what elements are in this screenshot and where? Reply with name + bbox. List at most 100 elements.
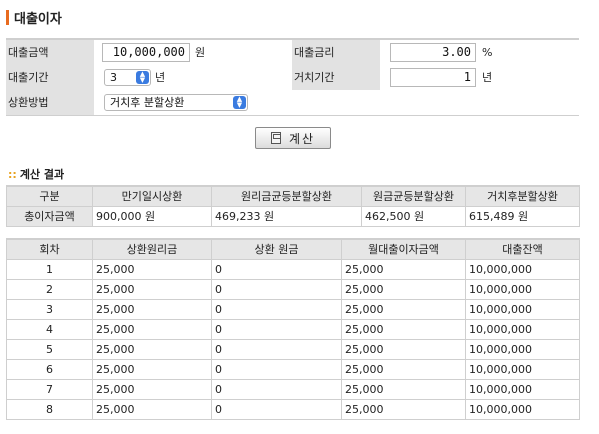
table-cell: 10,000,000 xyxy=(465,318,580,340)
table-cell: 0 xyxy=(211,378,342,400)
schedule-body: 1 25,000 0 25,000 10,000,000 2 25,000 0 25,000 10… xyxy=(6,258,580,420)
table-row: 1 25,000 0 25,000 10,000,000 xyxy=(6,258,580,280)
table-cell: 8 xyxy=(6,398,93,420)
table-row: 7 25,000 0 25,000 10,000,000 xyxy=(6,378,580,400)
form-row-1: 대출금액 10,000,000 원 대출금리 3.00 % xyxy=(6,40,579,65)
summary-header-row: 구분 만기일시상환 원리금균등분할상환 원금균등분할상환 거치후분할상환 xyxy=(6,185,580,207)
calculate-button-label: 계산 xyxy=(288,131,316,146)
loan-period-select[interactable]: 3 ▲ ▼ xyxy=(104,69,151,86)
schedule-table: 회차 상환원리금 상환 원금 월대출이자금액 대출잔액 1 25,000 0 25,0… xyxy=(6,238,580,420)
loan-period-label: 대출기간 xyxy=(6,65,94,90)
schedule-header: 상환 원금 xyxy=(211,238,342,260)
loan-amount-label: 대출금액 xyxy=(6,40,94,65)
table-row: 4 25,000 0 25,000 10,000,000 xyxy=(6,318,580,340)
table-cell: 25,000 xyxy=(341,318,466,340)
table-cell: 10,000,000 xyxy=(465,298,580,320)
table-cell: 0 xyxy=(211,298,342,320)
table-cell: 0 xyxy=(211,358,342,380)
result-mark: :: xyxy=(8,167,17,181)
table-cell: 10,000,000 xyxy=(465,278,580,300)
summary-header: 구분 xyxy=(6,185,93,207)
table-cell: 10,000,000 xyxy=(465,338,580,360)
table-cell: 25,000 xyxy=(92,338,212,360)
table-cell: 0 xyxy=(211,318,342,340)
loan-period-unit: 년 xyxy=(155,71,166,84)
loan-amount-input[interactable]: 10,000,000 xyxy=(102,43,190,62)
select-arrows-icon: ▲ ▼ xyxy=(233,96,246,109)
summary-header: 거치후분할상환 xyxy=(465,185,580,207)
table-cell: 6 xyxy=(6,358,93,380)
calculator-icon xyxy=(270,132,281,144)
table-cell: 10,000,000 xyxy=(465,258,580,280)
schedule-header: 회차 xyxy=(6,238,93,260)
table-cell: 25,000 xyxy=(92,398,212,420)
table-row: 2 25,000 0 25,000 10,000,000 xyxy=(6,278,580,300)
loan-amount-unit: 원 xyxy=(195,46,206,59)
table-cell: 0 xyxy=(211,278,342,300)
table-row: 5 25,000 0 25,000 10,000,000 xyxy=(6,338,580,360)
page-header: 대출이자 xyxy=(6,8,62,27)
summary-value: 900,000 원 xyxy=(92,205,212,227)
table-cell: 25,000 xyxy=(92,278,212,300)
table-cell: 25,000 xyxy=(92,378,212,400)
grace-period-unit: 년 xyxy=(482,71,493,84)
table-cell: 25,000 xyxy=(341,298,466,320)
loan-period-value: 3 xyxy=(110,71,117,84)
summary-value: 469,233 원 xyxy=(211,205,362,227)
table-cell: 25,000 xyxy=(92,298,212,320)
result-title: 계산 결과 xyxy=(19,168,65,181)
table-cell: 5 xyxy=(6,338,93,360)
table-cell: 25,000 xyxy=(341,338,466,360)
summary-header: 원금균등분할상환 xyxy=(361,185,466,207)
summary-header: 만기일시상환 xyxy=(92,185,212,207)
result-header: :: 계산 결과 xyxy=(8,166,64,182)
table-cell: 25,000 xyxy=(341,278,466,300)
schedule-header: 월대출이자금액 xyxy=(341,238,466,260)
page-title: 대출이자 xyxy=(14,11,62,27)
schedule-header: 상환원리금 xyxy=(92,238,212,260)
summary-value: 462,500 원 xyxy=(361,205,466,227)
table-cell: 25,000 xyxy=(92,258,212,280)
repay-method-label: 상환방법 xyxy=(6,90,94,115)
table-cell: 10,000,000 xyxy=(465,378,580,400)
calculate-button[interactable]: 계산 xyxy=(255,127,331,149)
loan-form: 대출금액 10,000,000 원 대출금리 3.00 % 대출기간 3 ▲ ▼ … xyxy=(6,38,579,116)
table-cell: 10,000,000 xyxy=(465,398,580,420)
table-cell: 10,000,000 xyxy=(465,358,580,380)
schedule-header: 대출잔액 xyxy=(465,238,580,260)
schedule-header-row: 회차 상환원리금 상환 원금 월대출이자금액 대출잔액 xyxy=(6,238,580,260)
form-row-2: 대출기간 3 ▲ ▼ 년 거치기간 1 년 xyxy=(6,65,579,90)
grace-period-input[interactable]: 1 xyxy=(390,68,476,87)
title-accent-bar xyxy=(6,9,9,25)
table-cell: 4 xyxy=(6,318,93,340)
summary-table: 구분 만기일시상환 원리금균등분할상환 원금균등분할상환 거치후분할상환 총이자… xyxy=(6,185,580,227)
table-cell: 25,000 xyxy=(341,358,466,380)
table-cell: 1 xyxy=(6,258,93,280)
loan-rate-label: 대출금리 xyxy=(292,40,380,65)
summary-header: 원리금균등분할상환 xyxy=(211,185,362,207)
summary-value: 615,489 원 xyxy=(465,205,580,227)
table-cell: 25,000 xyxy=(341,378,466,400)
table-cell: 0 xyxy=(211,338,342,360)
table-cell: 3 xyxy=(6,298,93,320)
summary-row: 총이자금액 900,000 원 469,233 원 462,500 원 615,… xyxy=(6,205,580,227)
repay-method-value: 거치후 분할상환 xyxy=(110,96,185,109)
table-cell: 25,000 xyxy=(341,398,466,420)
table-cell: 0 xyxy=(211,258,342,280)
grace-period-label: 거치기간 xyxy=(292,65,380,90)
table-cell: 2 xyxy=(6,278,93,300)
table-row: 8 25,000 0 25,000 10,000,000 xyxy=(6,398,580,420)
loan-rate-unit: % xyxy=(482,46,493,59)
select-arrows-icon: ▲ ▼ xyxy=(136,71,149,84)
table-cell: 7 xyxy=(6,378,93,400)
table-row: 6 25,000 0 25,000 10,000,000 xyxy=(6,358,580,380)
summary-row-label: 총이자금액 xyxy=(6,205,93,227)
table-cell: 25,000 xyxy=(92,318,212,340)
table-cell: 0 xyxy=(211,398,342,420)
table-cell: 25,000 xyxy=(341,258,466,280)
loan-rate-input[interactable]: 3.00 xyxy=(390,43,476,62)
repay-method-select[interactable]: 거치후 분할상환 ▲ ▼ xyxy=(104,94,248,111)
table-row: 3 25,000 0 25,000 10,000,000 xyxy=(6,298,580,320)
form-row-3: 상환방법 거치후 분할상환 ▲ ▼ xyxy=(6,90,579,115)
table-cell: 25,000 xyxy=(92,358,212,380)
